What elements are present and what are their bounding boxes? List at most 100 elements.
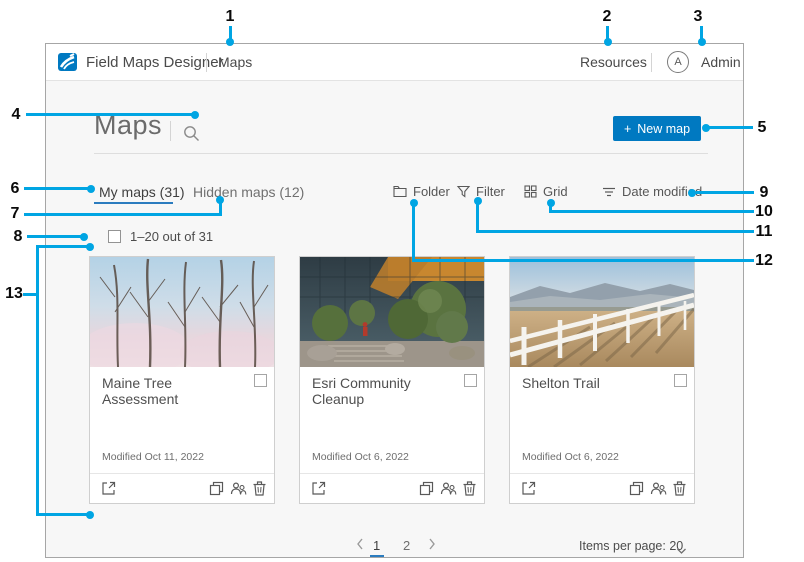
card-footer (300, 474, 484, 504)
callout-13-dot-top (86, 243, 94, 251)
selection-count: 1–20 out of 31 (130, 229, 213, 244)
active-page-underline (370, 555, 384, 557)
callout-6-line (24, 187, 88, 190)
esri-logo-icon (58, 52, 78, 72)
callout-12-line-v (412, 205, 415, 262)
delete-icon[interactable] (673, 481, 686, 501)
callout-9-line (696, 191, 754, 194)
callout-6: 6 (11, 180, 20, 198)
callout-7-line (24, 213, 222, 216)
items-per-page-select[interactable]: Items per page: 20 (579, 539, 683, 553)
callout-12-line (412, 259, 754, 262)
folder-icon (393, 185, 407, 198)
delete-icon[interactable] (253, 481, 266, 501)
callout-7: 7 (11, 205, 20, 223)
chevron-down-icon[interactable] (676, 542, 687, 560)
app-header: Field Maps Designer Maps Resources A Adm… (46, 44, 743, 81)
callout-7-dot (216, 196, 224, 204)
grid-icon (524, 185, 537, 198)
screenshot-root: { "header": { "brand": "Field Maps Desig… (0, 0, 804, 562)
duplicate-icon[interactable] (209, 481, 224, 501)
new-map-button[interactable]: + New map (613, 116, 701, 141)
duplicate-icon[interactable] (629, 481, 644, 501)
callout-5-dot (702, 124, 710, 132)
map-card-title: Maine Tree Assessment (102, 375, 247, 407)
callout-10-line (549, 210, 754, 213)
callout-10: 10 (755, 203, 773, 221)
open-map-icon[interactable] (101, 481, 116, 501)
duplicate-icon[interactable] (419, 481, 434, 501)
map-card-esri-cleanup[interactable]: Esri Community Cleanup Modified Oct 6, 2… (299, 256, 485, 504)
map-card-checkbox[interactable] (464, 374, 477, 387)
search-icon[interactable] (183, 125, 201, 143)
callout-12: 12 (755, 252, 773, 270)
callout-10-dot (547, 199, 555, 207)
share-group-icon[interactable] (650, 481, 667, 501)
page-2-button[interactable]: 2 (403, 538, 410, 553)
callout-4: 4 (12, 106, 21, 124)
next-page-icon[interactable] (428, 538, 436, 553)
app-window: Field Maps Designer Maps Resources A Adm… (45, 43, 744, 558)
map-card-checkbox[interactable] (674, 374, 687, 387)
map-card-title: Esri Community Cleanup (312, 375, 457, 407)
callout-3-dot (698, 38, 706, 46)
callout-5-line (707, 126, 753, 129)
header-divider-2 (651, 53, 652, 72)
map-card-checkbox[interactable] (254, 374, 267, 387)
avatar[interactable]: A (667, 51, 689, 73)
page-1-button[interactable]: 1 (373, 538, 380, 553)
callout-1-dot (226, 38, 234, 46)
map-card-modified: Modified Oct 6, 2022 (312, 451, 409, 463)
map-thumbnail (90, 257, 274, 367)
callout-13-dot-bottom (86, 511, 94, 519)
title-divider (170, 121, 171, 141)
app-title: Field Maps Designer (86, 44, 224, 81)
callout-11-line (476, 230, 754, 233)
grid-view-button[interactable]: Grid (524, 184, 568, 199)
callout-12-dot (410, 199, 418, 207)
header-divider (206, 53, 207, 72)
folder-button[interactable]: Folder (393, 184, 450, 199)
callout-13: 13 (5, 285, 23, 303)
callout-8-line (27, 235, 81, 238)
card-footer (90, 474, 274, 504)
callout-11-dot (474, 197, 482, 205)
account-name[interactable]: Admin (701, 44, 741, 81)
select-all-checkbox[interactable] (108, 230, 121, 243)
open-map-icon[interactable] (311, 481, 326, 501)
callout-11: 11 (756, 223, 773, 241)
filter-button[interactable]: Filter (457, 184, 505, 199)
callout-2-dot (604, 38, 612, 46)
callout-4-dot (191, 111, 199, 119)
plus-icon: + (624, 122, 631, 136)
callout-6-dot (87, 185, 95, 193)
callout-8: 8 (14, 228, 23, 246)
map-card-shelton-trail[interactable]: Shelton Trail Modified Oct 6, 2022 (509, 256, 695, 504)
share-group-icon[interactable] (230, 481, 247, 501)
callout-13-line-v (36, 245, 39, 516)
callout-5: 5 (758, 119, 767, 137)
tab-hidden-maps[interactable]: Hidden maps (12) (193, 184, 304, 200)
callout-9-dot (688, 189, 696, 197)
map-card-maine-tree[interactable]: Maine Tree Assessment Modified Oct 11, 2… (89, 256, 275, 504)
callout-3: 3 (694, 8, 703, 26)
map-thumbnail (510, 257, 694, 367)
card-footer (510, 474, 694, 504)
filter-icon (457, 185, 470, 198)
nav-maps-link[interactable]: Maps (218, 44, 252, 81)
open-map-icon[interactable] (521, 481, 536, 501)
delete-icon[interactable] (463, 481, 476, 501)
resources-link[interactable]: Resources (580, 44, 647, 81)
callout-13-line-top (36, 245, 88, 248)
tab-my-maps[interactable]: My maps (31) (99, 184, 185, 200)
map-thumbnail (300, 257, 484, 367)
callout-9: 9 (760, 184, 769, 202)
prev-page-icon[interactable] (356, 538, 364, 553)
map-card-modified: Modified Oct 11, 2022 (102, 451, 204, 463)
share-group-icon[interactable] (440, 481, 457, 501)
section-divider (94, 153, 708, 154)
callout-11-line-v (476, 203, 479, 233)
map-card-title: Shelton Trail (522, 375, 600, 391)
callout-1: 1 (226, 8, 235, 26)
callout-8-dot (80, 233, 88, 241)
